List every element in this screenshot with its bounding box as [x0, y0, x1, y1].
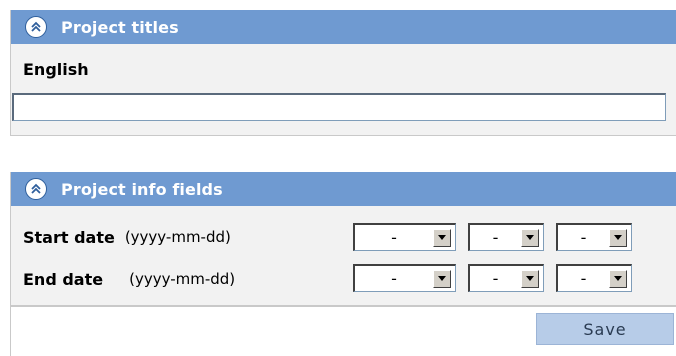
start-year-select[interactable]: -	[353, 223, 456, 251]
end-month-value: -	[492, 269, 499, 288]
collapse-icon[interactable]	[25, 16, 47, 38]
dropdown-arrow-icon[interactable]	[609, 228, 627, 247]
dropdown-arrow-icon[interactable]	[521, 269, 539, 288]
end-month-select[interactable]: -	[468, 264, 544, 292]
dropdown-arrow-icon[interactable]	[433, 228, 451, 247]
dropdown-arrow-icon[interactable]	[609, 269, 627, 288]
start-year-value: -	[391, 228, 397, 247]
end-date-row: End date (yyyy-mm-dd)	[23, 264, 235, 294]
end-year-value: -	[391, 269, 397, 288]
project-titles-header: Project titles	[11, 10, 676, 44]
start-month-select[interactable]: -	[468, 223, 544, 251]
dropdown-arrow-icon[interactable]	[433, 269, 451, 288]
end-day-select[interactable]: -	[556, 264, 632, 292]
english-title-input[interactable]	[12, 93, 666, 121]
start-date-label: Start date	[23, 227, 115, 247]
project-info-header: Project info fields	[11, 172, 676, 206]
panel-title: Project titles	[61, 17, 179, 37]
start-date-format: (yyyy-mm-dd)	[124, 228, 231, 246]
start-date-row: Start date (yyyy-mm-dd)	[23, 222, 231, 252]
dropdown-arrow-icon[interactable]	[521, 228, 539, 247]
end-date-format: (yyyy-mm-dd)	[129, 270, 236, 288]
double-chevron-up-icon	[31, 21, 41, 32]
start-day-value: -	[580, 228, 587, 247]
end-day-value: -	[580, 269, 587, 288]
collapse-icon[interactable]	[25, 178, 47, 200]
double-chevron-up-icon	[31, 183, 41, 194]
end-date-label: End date	[23, 269, 104, 289]
start-month-value: -	[492, 228, 499, 247]
end-year-select[interactable]: -	[353, 264, 456, 292]
start-day-select[interactable]: -	[556, 223, 632, 251]
english-label: English	[23, 60, 89, 79]
panel-title: Project info fields	[61, 179, 223, 199]
save-button[interactable]: Save	[536, 313, 674, 345]
